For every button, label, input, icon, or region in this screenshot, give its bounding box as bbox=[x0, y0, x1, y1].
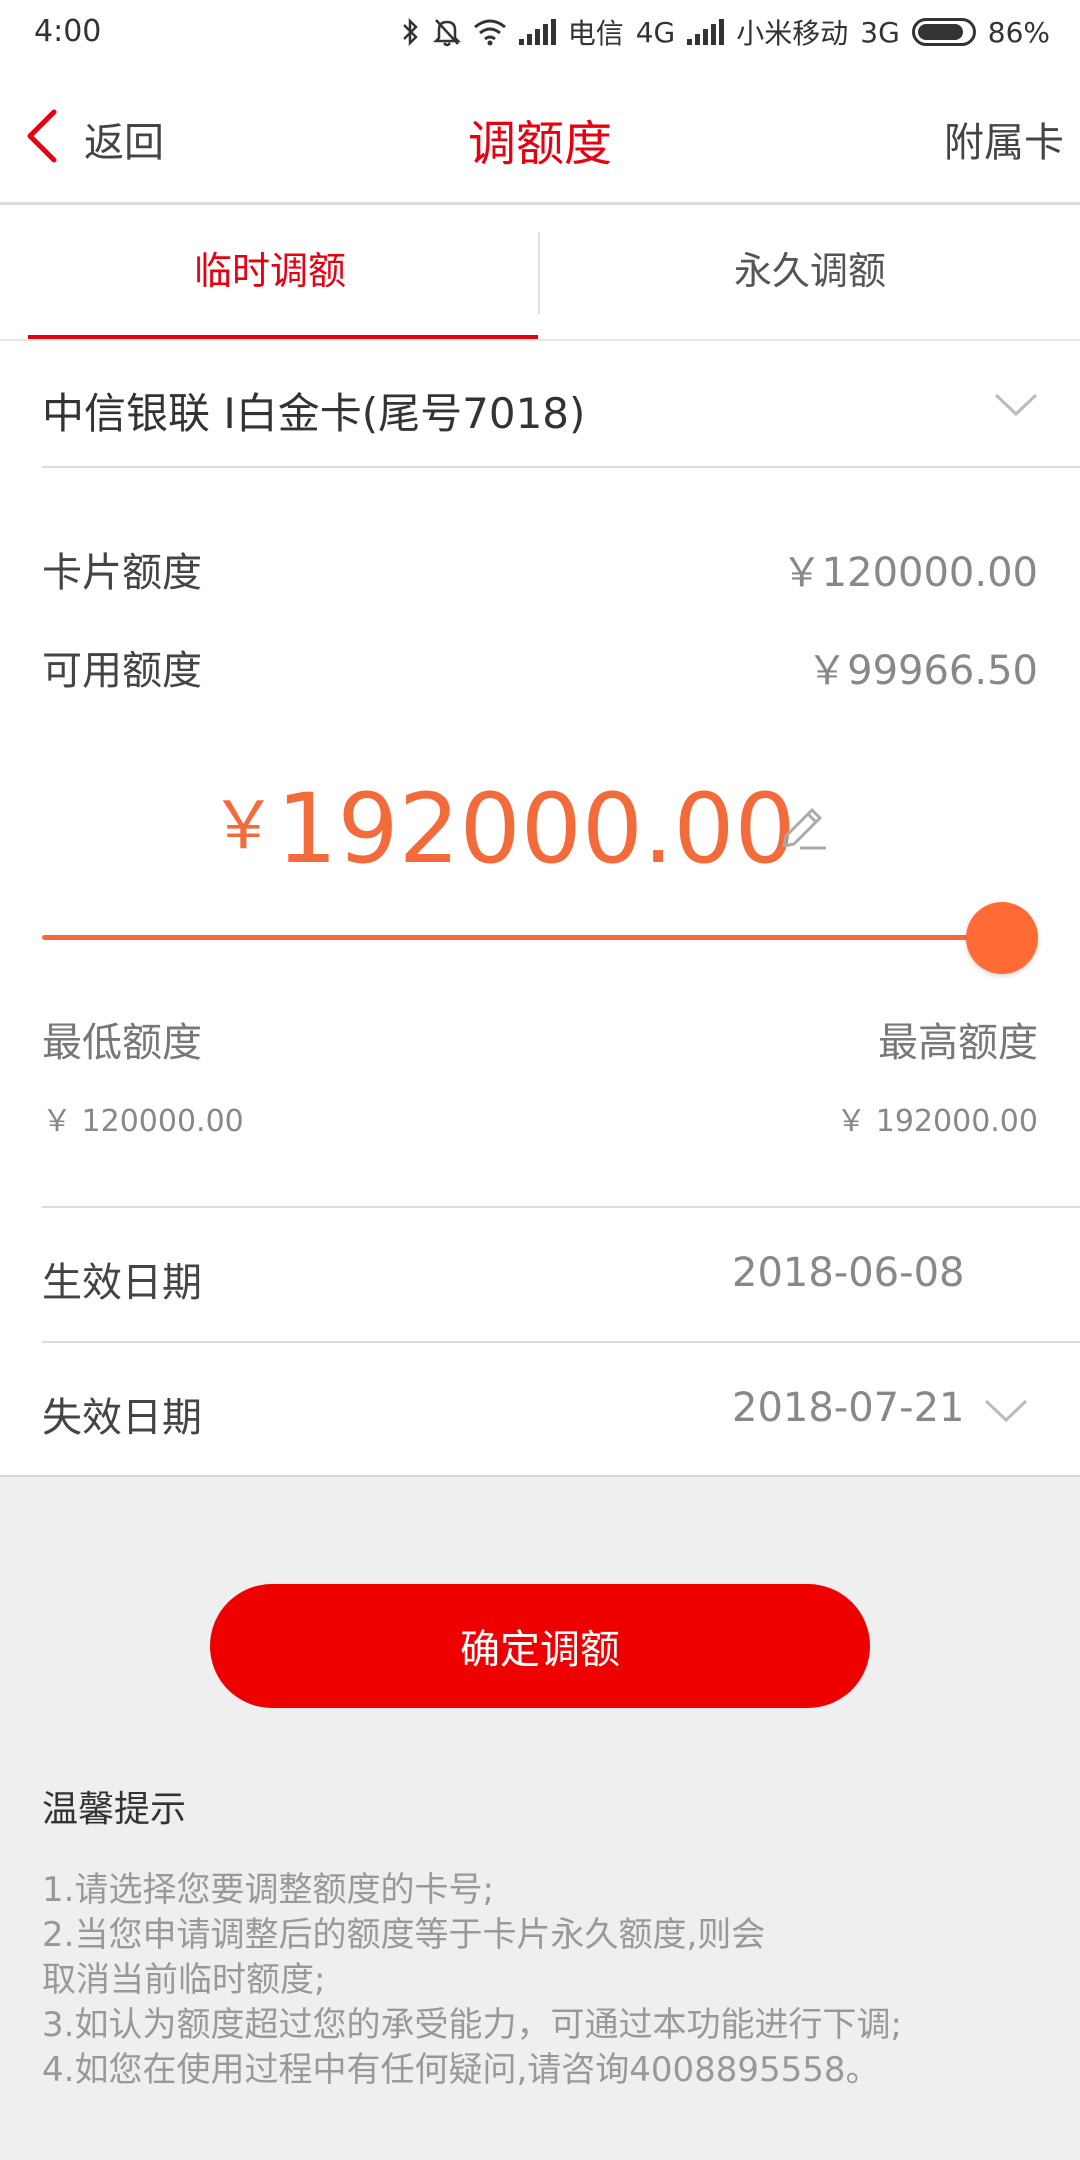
carrier-2: 小米移动 bbox=[736, 17, 849, 50]
chevron-down-icon[interactable] bbox=[984, 1398, 1028, 1424]
carrier-1: 电信 bbox=[567, 17, 624, 50]
network-1: 4G bbox=[635, 15, 676, 49]
date-divider bbox=[42, 1341, 1080, 1343]
tips-list: 1.请选择您要调整额度的卡号; 2.当您申请调整后的额度等于卡片永久额度,则会 … bbox=[42, 1868, 902, 2093]
card-divider bbox=[42, 466, 1080, 468]
min-limit-value: ￥ 120000.00 bbox=[42, 1104, 244, 1139]
limit-slider-thumb[interactable] bbox=[966, 902, 1038, 974]
limits-divider bbox=[42, 1206, 1080, 1208]
available-limit-value: ￥99966.50 bbox=[807, 648, 1038, 694]
min-limit-label: 最低额度 bbox=[42, 1020, 202, 1066]
panel-bottom-border bbox=[0, 1475, 1080, 1477]
adjust-amount: 192000.00 bbox=[276, 773, 796, 885]
signal-icon-1 bbox=[518, 19, 556, 45]
card-limit-label: 卡片额度 bbox=[42, 550, 202, 596]
battery-level: 86% bbox=[987, 15, 1050, 49]
tab-temporary-adjust[interactable]: 临时调额 bbox=[0, 240, 540, 295]
effective-date-label: 生效日期 bbox=[42, 1260, 202, 1306]
adjust-amount-display: ￥192000.00 bbox=[0, 772, 1080, 885]
tips-title: 温馨提示 bbox=[42, 1789, 187, 1830]
card-selector[interactable]: 中信银联 I白金卡(尾号7018) bbox=[42, 380, 585, 441]
chevron-down-icon[interactable] bbox=[994, 392, 1038, 418]
max-limit-value: ￥ 192000.00 bbox=[836, 1104, 1038, 1139]
card-limit-value: ￥120000.00 bbox=[781, 550, 1038, 596]
bluetooth-icon bbox=[402, 17, 418, 47]
expiry-date-value[interactable]: 2018-07-21 bbox=[732, 1385, 964, 1431]
tip-line: 2.当您申请调整后的额度等于卡片永久额度,则会 bbox=[42, 1915, 766, 1955]
network-2: 3G bbox=[860, 15, 900, 49]
mute-bell-icon bbox=[432, 19, 461, 47]
page-title: 调额度 bbox=[467, 116, 612, 172]
status-time: 4:00 bbox=[34, 14, 102, 49]
max-limit-label: 最高额度 bbox=[878, 1020, 1038, 1066]
battery-icon bbox=[911, 18, 976, 46]
tip-line: 1.请选择您要调整额度的卡号; bbox=[42, 1870, 494, 1910]
confirm-adjust-button[interactable]: 确定调额 bbox=[210, 1584, 870, 1708]
tabs-divider bbox=[0, 339, 1080, 341]
status-icons: 电信 4G 小米移动 3G 86% bbox=[401, 12, 1050, 52]
tab-permanent-adjust[interactable]: 永久调额 bbox=[540, 240, 1080, 295]
tip-line: 4.如您在使用过程中有任何疑问,请咨询4008895558。 bbox=[42, 2050, 880, 2090]
pencil-edit-icon[interactable] bbox=[776, 798, 830, 852]
effective-date-value: 2018-06-08 bbox=[732, 1250, 965, 1296]
header-divider bbox=[0, 202, 1080, 205]
signal-icon-2 bbox=[687, 19, 725, 45]
wifi-icon bbox=[473, 19, 506, 46]
tip-line: 3.如认为额度超过您的承受能力，可通过本功能进行下调; bbox=[42, 2005, 902, 2045]
available-limit-label: 可用额度 bbox=[42, 648, 202, 694]
supplementary-card-button[interactable]: 附属卡 bbox=[944, 110, 1064, 168]
tip-line: 取消当前临时额度; bbox=[42, 1960, 326, 2000]
limit-slider-track[interactable] bbox=[42, 935, 1002, 940]
currency-symbol: ￥ bbox=[210, 787, 277, 864]
expiry-date-label: 失效日期 bbox=[42, 1395, 202, 1441]
